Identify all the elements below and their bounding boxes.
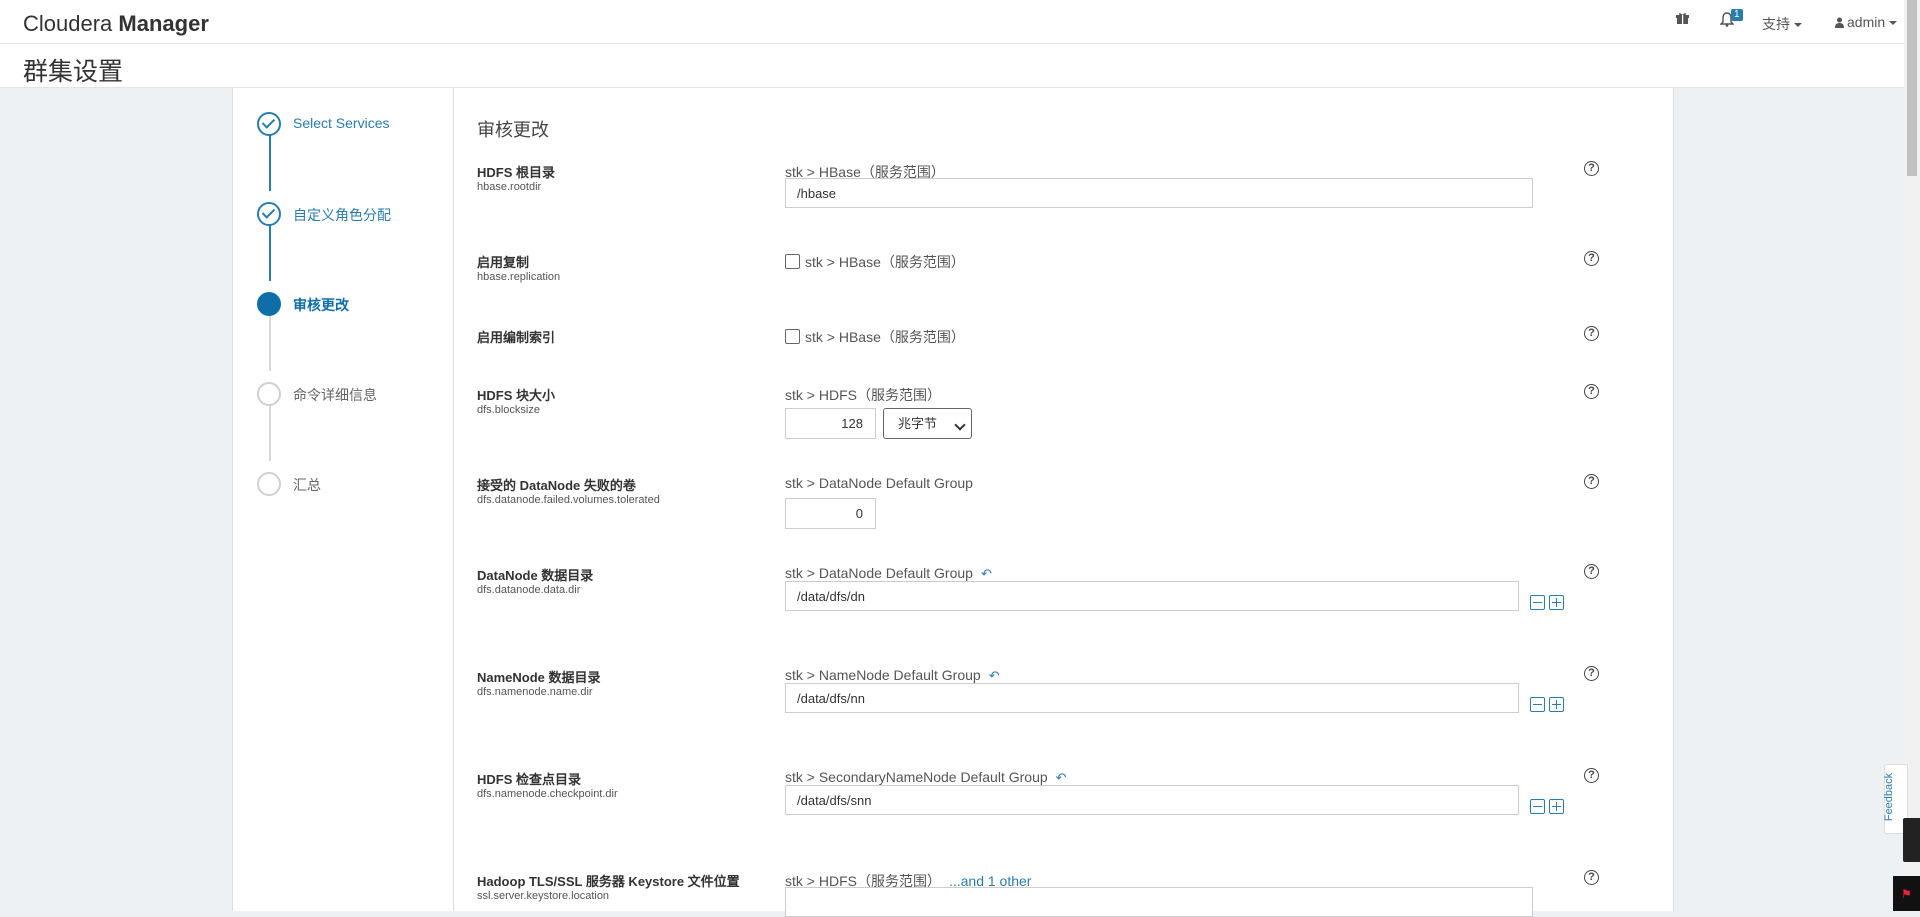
config-scope: stk > DataNode Default Group — [785, 475, 973, 491]
config-key: ssl.server.keystore.location — [477, 890, 610, 902]
section-title: 审核更改 — [477, 120, 549, 140]
datanode-data-dir-input[interactable] — [785, 581, 1519, 611]
config-label: 启用编制索引 — [477, 330, 556, 345]
active-step-icon — [257, 292, 281, 316]
config-scope: stk > HBase（服务范围） — [805, 329, 965, 345]
undo-icon[interactable]: ↶ — [1056, 770, 1067, 785]
review-content: 审核更改 HDFS 根目录 hbase.rootdir stk > HBase（… — [477, 88, 1657, 917]
brand-bold: Manager — [118, 11, 209, 36]
config-key: dfs.datanode.data.dir — [477, 584, 581, 596]
remove-icon[interactable] — [1530, 697, 1545, 712]
check-circle-icon — [257, 112, 281, 136]
flag-icon: ⚑ — [1901, 887, 1912, 901]
help-icon[interactable]: ? — [1584, 666, 1599, 681]
notification-badge[interactable]: 1 — [1731, 9, 1743, 21]
config-scope: stk > SecondaryNameNode Default Group ↶ — [785, 769, 1067, 786]
side-widget-handle[interactable] — [1903, 818, 1920, 862]
remove-icon[interactable] — [1530, 799, 1545, 814]
config-scope: stk > DataNode Default Group ↶ — [785, 565, 992, 582]
config-scope: stk > HDFS（服务范围） — [785, 387, 941, 403]
config-label: HDFS 块大小 — [477, 388, 556, 403]
config-label: 启用复制 — [477, 255, 530, 270]
namenode-name-dir-input[interactable] — [785, 683, 1519, 713]
support-menu[interactable]: 支持 — [1762, 14, 1802, 34]
step-label: 审核更改 — [293, 297, 349, 313]
config-label: Hadoop TLS/SSL 服务器 Keystore 文件位置 — [477, 874, 740, 889]
blocksize-input[interactable] — [785, 408, 876, 439]
pending-step-icon — [257, 382, 281, 406]
step-label: 命令详细信息 — [293, 387, 377, 403]
failed-volumes-input[interactable] — [785, 498, 876, 529]
remove-icon[interactable] — [1530, 595, 1545, 610]
config-label: DataNode 数据目录 — [477, 568, 594, 583]
ssl-keystore-input[interactable] — [785, 887, 1533, 917]
step-label: 自定义角色分配 — [293, 207, 391, 223]
help-icon[interactable]: ? — [1584, 161, 1599, 176]
config-key: dfs.namenode.name.dir — [477, 686, 593, 698]
help-icon[interactable]: ? — [1584, 768, 1599, 783]
wizard-steps: Select Services 自定义角色分配 审核更改 命令详细信息 汇总 — [233, 88, 454, 911]
config-label: HDFS 检查点目录 — [477, 772, 582, 787]
chevron-down-icon — [954, 419, 966, 431]
help-icon[interactable]: ? — [1584, 564, 1599, 579]
pending-step-icon — [257, 472, 281, 496]
scope-text: stk > DataNode Default Group — [785, 565, 973, 581]
chevron-down-icon — [1794, 23, 1802, 28]
title-bar: 群集设置 — [0, 44, 1904, 88]
scope-text: stk > SecondaryNameNode Default Group — [785, 769, 1048, 785]
config-label: 接受的 DataNode 失败的卷 — [477, 478, 636, 493]
config-scope: stk > NameNode Default Group ↶ — [785, 667, 1000, 684]
config-key: hbase.replication — [477, 271, 561, 283]
scrollbar-thumb[interactable] — [1907, 0, 1917, 176]
blocksize-unit-select[interactable]: 兆字节 — [883, 408, 972, 439]
checkpoint-dir-input[interactable] — [785, 785, 1519, 815]
support-label: 支持 — [1762, 16, 1790, 32]
help-icon[interactable]: ? — [1584, 384, 1599, 399]
unit-label: 兆字节 — [898, 416, 938, 431]
user-icon — [1835, 17, 1844, 28]
feedback-label: Feedback — [1883, 772, 1896, 822]
config-key: dfs.blocksize — [477, 404, 540, 416]
indexing-checkbox[interactable] — [785, 329, 800, 344]
config-key: dfs.datanode.failed.volumes.tolerated — [477, 494, 660, 506]
config-label: NameNode 数据目录 — [477, 670, 601, 685]
top-navbar: Cloudera Manager 1 支持 admin — [0, 0, 1904, 44]
config-label: HDFS 根目录 — [477, 165, 556, 180]
chevron-down-icon — [1889, 21, 1898, 26]
step-label: 汇总 — [293, 477, 321, 493]
scope-text: stk > NameNode Default Group — [785, 667, 981, 683]
user-label: admin — [1847, 14, 1886, 30]
undo-icon[interactable]: ↶ — [989, 668, 1000, 683]
undo-icon[interactable]: ↶ — [981, 566, 992, 581]
page-title: 群集设置 — [23, 58, 124, 86]
flag-widget[interactable]: ⚑ — [1893, 876, 1920, 911]
gift-icon[interactable] — [1676, 12, 1689, 28]
config-key: hbase.rootdir — [477, 181, 542, 193]
config-scope: stk > HBase（服务范围） — [805, 254, 965, 270]
add-icon[interactable] — [1549, 697, 1564, 712]
main-panel: Select Services 自定义角色分配 审核更改 命令详细信息 汇总 审… — [232, 88, 1674, 917]
add-icon[interactable] — [1549, 799, 1564, 814]
brand-light: Cloudera — [23, 11, 113, 36]
check-circle-icon — [257, 202, 281, 226]
help-icon[interactable]: ? — [1584, 326, 1599, 341]
help-icon[interactable]: ? — [1584, 474, 1599, 489]
step-label: Select Services — [293, 115, 390, 131]
replication-checkbox[interactable] — [785, 254, 800, 269]
help-icon[interactable]: ? — [1584, 251, 1599, 266]
brand-logo[interactable]: Cloudera Manager — [23, 11, 209, 37]
add-icon[interactable] — [1549, 595, 1564, 610]
hbase-rootdir-input[interactable] — [785, 178, 1533, 208]
config-key: dfs.namenode.checkpoint.dir — [477, 788, 618, 800]
help-icon[interactable]: ? — [1584, 870, 1599, 885]
user-menu[interactable]: admin — [1835, 14, 1898, 30]
